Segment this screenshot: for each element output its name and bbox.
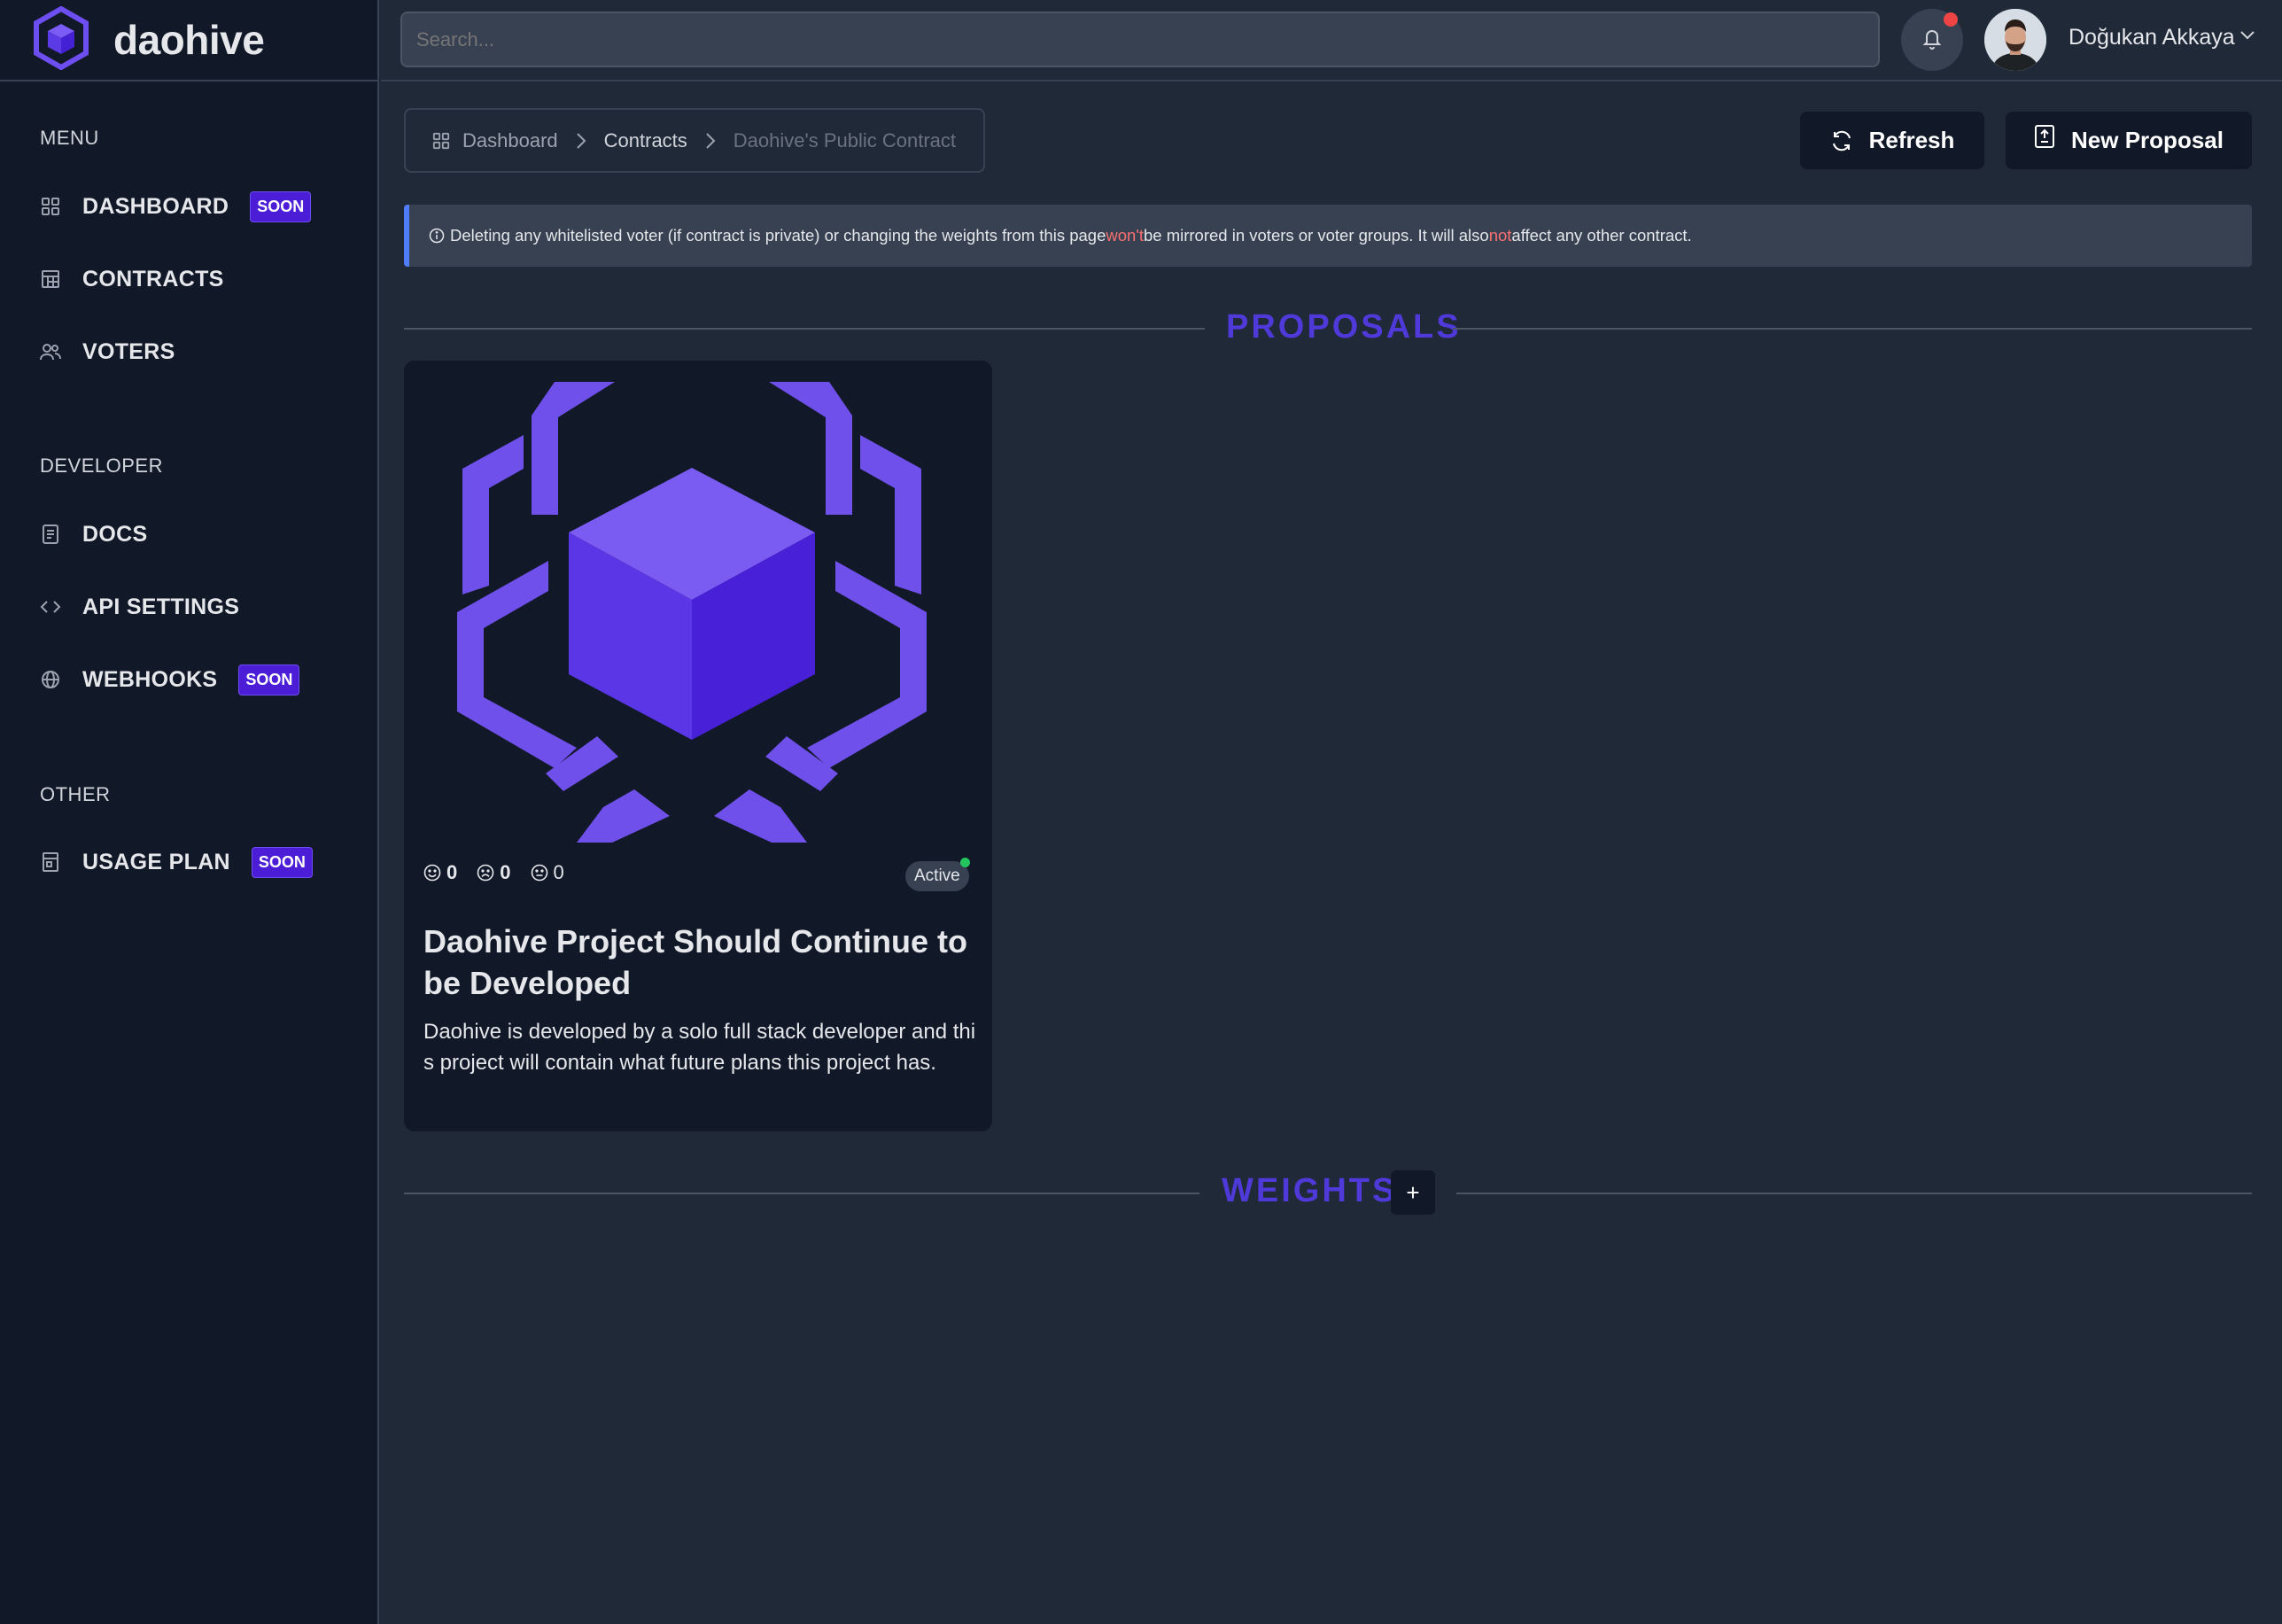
sidebar-item-voters[interactable]: VOTERS: [0, 315, 379, 388]
alert-text: Deleting any whitelisted voter (if contr…: [450, 226, 1106, 245]
neutral-face-icon: [531, 864, 548, 882]
votes-against: 0: [477, 861, 511, 884]
proposal-title: Daohive Project Should Continue to be De…: [423, 923, 968, 1001]
soon-badge: SOON: [251, 846, 313, 878]
section-title-other: OTHER: [40, 783, 111, 805]
sidebar-item-api-settings[interactable]: API SETTINGS: [0, 571, 379, 643]
bell-icon: [1921, 27, 1943, 54]
refresh-button[interactable]: Refresh: [1800, 112, 1984, 169]
avatar[interactable]: [1984, 9, 2046, 71]
new-proposal-button[interactable]: New Proposal: [2006, 112, 2252, 169]
divider: [1453, 328, 2252, 330]
new-proposal-label: New Proposal: [2071, 127, 2224, 153]
grid-icon: [40, 196, 61, 217]
code-icon: [40, 596, 61, 618]
document-icon: [40, 524, 61, 545]
section-title-menu: MENU: [40, 127, 99, 149]
table-icon: [40, 268, 61, 290]
alert-text: be mirrored in voters or voter groups. I…: [1144, 226, 1489, 245]
refresh-icon: [1830, 129, 1853, 152]
status-label: Active: [914, 866, 960, 885]
chevron-right-icon: [576, 132, 586, 150]
alert-text: affect any other contract.: [1511, 226, 1692, 245]
chevron-down-icon[interactable]: [2239, 29, 2255, 45]
add-weight-button[interactable]: +: [1391, 1170, 1435, 1215]
user-name[interactable]: Doğukan Akkaya: [2069, 25, 2235, 51]
proposal-image: [457, 382, 927, 847]
search-input[interactable]: [400, 12, 1880, 67]
breadcrumb-current: Daohive's Public Contract: [733, 128, 957, 152]
sidebar-item-dashboard[interactable]: DASHBOARD SOON: [0, 170, 379, 243]
alert-highlight: not: [1488, 226, 1512, 245]
smile-icon: [423, 864, 441, 882]
sidebar-item-usage-plan[interactable]: USAGE PLAN SOON: [0, 826, 379, 898]
sidebar-item-label: USAGE PLAN: [82, 849, 230, 874]
status-dot: [959, 858, 970, 867]
file-upload-icon: [2034, 124, 2055, 149]
soon-badge: SOON: [238, 664, 300, 695]
votes-abstain-count: 0: [553, 861, 564, 883]
divider: [404, 328, 1205, 330]
daohive-logo-icon: [32, 5, 90, 74]
sidebar-item-webhooks[interactable]: WEBHOOKS SOON: [0, 643, 379, 716]
section-title-developer: DEVELOPER: [40, 455, 163, 477]
warning-alert: Deleting any whitelisted voter (if contr…: [404, 205, 2252, 267]
receipt-icon: [40, 851, 61, 873]
votes-for: 0: [423, 861, 457, 884]
sidebar-item-label: CONTRACTS: [82, 266, 224, 291]
chevron-right-icon: [705, 132, 716, 150]
divider: [404, 1193, 1199, 1194]
frown-icon: [477, 864, 494, 882]
votes-abstain: 0: [531, 861, 564, 884]
sidebar-item-docs[interactable]: DOCS: [0, 498, 379, 571]
refresh-label: Refresh: [1868, 127, 1955, 153]
alert-highlight: won't: [1106, 226, 1144, 245]
globe-icon: [40, 669, 61, 690]
vote-stats: 0 0 0: [423, 861, 564, 884]
weights-heading: WEIGHTS: [1222, 1172, 1398, 1209]
notifications-button[interactable]: [1901, 9, 1963, 71]
notification-dot: [1944, 12, 1958, 27]
sidebar-item-label: DASHBOARD: [82, 193, 229, 219]
brand-name: daohive: [113, 17, 265, 63]
soon-badge: SOON: [250, 190, 312, 222]
info-icon: [429, 228, 445, 244]
breadcrumb-contracts[interactable]: Contracts: [604, 129, 687, 152]
grid-icon: [432, 132, 450, 150]
sidebar-item-label: VOTERS: [82, 338, 175, 364]
breadcrumb: Dashboard Contracts Daohive's Public Con…: [404, 108, 985, 173]
proposals-heading: PROPOSALS: [1226, 308, 1462, 346]
sidebar-item-label: WEBHOOKS: [82, 666, 218, 692]
status-badge: Active: [905, 858, 970, 891]
sidebar-item-label: DOCS: [82, 521, 148, 547]
users-icon: [40, 341, 61, 362]
proposal-card[interactable]: 0 0 0 Active Daohive Project Should Cont…: [404, 361, 992, 1131]
proposal-description: Daohive is developed by a solo full stac…: [423, 1020, 976, 1075]
votes-for-count: 0: [446, 861, 458, 883]
topbar: Doğukan Akkaya: [381, 0, 2282, 82]
votes-against-count: 0: [500, 861, 511, 883]
divider: [1456, 1193, 2252, 1194]
sidebar: daohive MENU DASHBOARD SOON CONTRACTS VO…: [0, 0, 379, 1624]
sidebar-item-label: API SETTINGS: [82, 594, 240, 619]
breadcrumb-dashboard[interactable]: Dashboard: [462, 129, 558, 152]
brand[interactable]: daohive: [0, 0, 377, 82]
sidebar-item-contracts[interactable]: CONTRACTS: [0, 243, 379, 315]
